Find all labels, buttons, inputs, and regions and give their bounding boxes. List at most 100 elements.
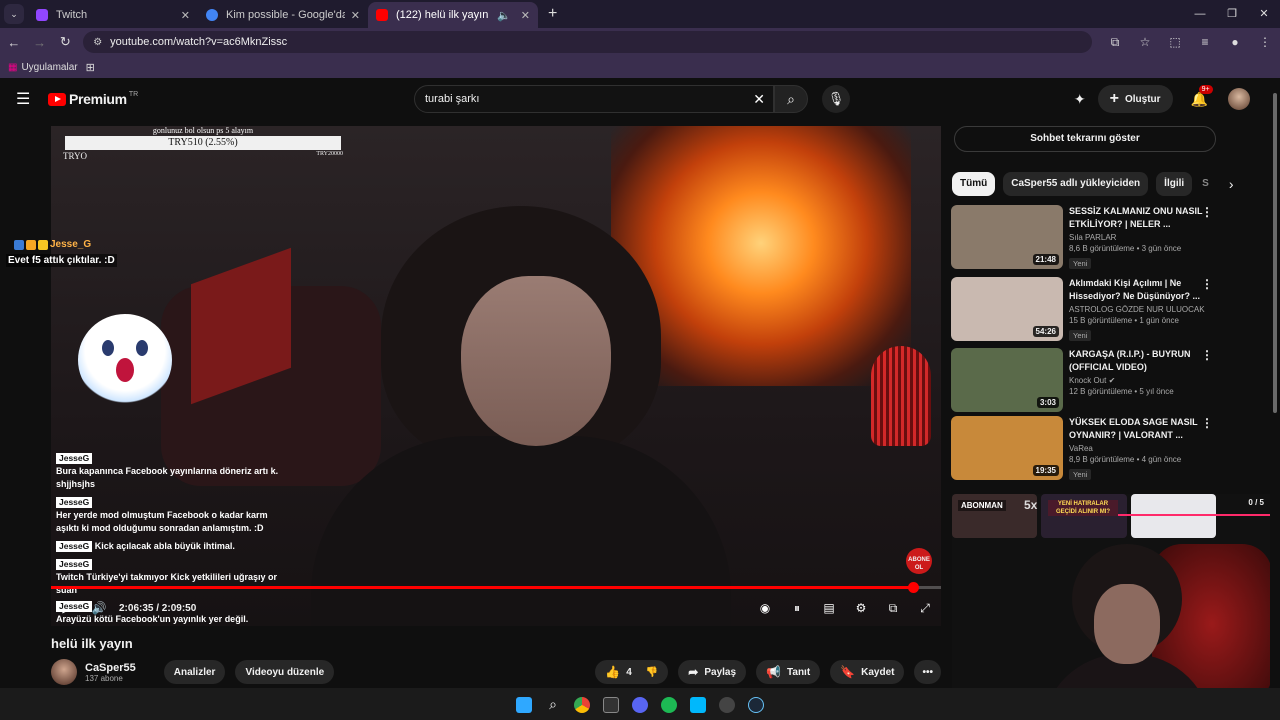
more-actions-button[interactable]: •••: [914, 660, 941, 684]
search-icon[interactable]: ⌕: [539, 696, 568, 713]
logitech-icon[interactable]: [684, 695, 713, 713]
rec-title[interactable]: Aklımdaki Kişi Açılımı | Ne Hissediyor? …: [1069, 277, 1209, 303]
progress-bar[interactable]: [51, 582, 941, 593]
video-thumbnail[interactable]: 3:03: [951, 348, 1063, 412]
bookmark-apps[interactable]: Uygulamalar: [21, 62, 77, 73]
restore-icon[interactable]: ❐: [1216, 0, 1248, 28]
close-icon[interactable]: ✕: [181, 9, 190, 22]
close-icon[interactable]: ✕: [351, 9, 360, 22]
eye-icon[interactable]: ◉: [749, 601, 781, 616]
more-vert-icon[interactable]: ⋮: [1201, 277, 1213, 291]
epic-games-icon[interactable]: [597, 695, 626, 713]
thumbs-down-icon[interactable]: 👎: [646, 667, 658, 678]
reading-list-icon[interactable]: ≡: [1190, 35, 1220, 50]
promote-button[interactable]: 📢 Tanıt: [756, 660, 821, 684]
chip-related[interactable]: İlgili: [1156, 172, 1193, 196]
reload-icon[interactable]: ↻: [53, 34, 77, 50]
steam-icon[interactable]: [742, 695, 771, 713]
subtitles-icon[interactable]: ▤: [813, 601, 845, 616]
url-field[interactable]: ⚙ youtube.com/watch?v=ac6MknZissc: [83, 31, 1092, 53]
forward-icon[interactable]: →: [28, 35, 52, 50]
minimize-icon[interactable]: —: [1184, 0, 1216, 28]
miniplayer-icon[interactable]: ⧉: [877, 601, 909, 616]
grid-icon[interactable]: ⊞: [86, 61, 95, 74]
pause-toggle-icon[interactable]: ⏸: [781, 601, 813, 616]
youtube-logo[interactable]: Premium TR: [48, 91, 138, 107]
windows-start-icon[interactable]: [510, 695, 539, 713]
menu-icon[interactable]: ☰: [16, 89, 34, 109]
channel-avatar[interactable]: [51, 659, 77, 685]
progress-scrubber[interactable]: [907, 582, 919, 593]
chevron-right-icon[interactable]: ›: [1229, 176, 1234, 192]
rec-title[interactable]: KARGAŞA (R.I.P.) - BUYRUN (OFFICIAL VIDE…: [1069, 348, 1209, 374]
show-chat-replay-button[interactable]: Sohbet tekrarını göster: [954, 126, 1216, 152]
chat-message: JesseG Twitch Türkiye'yi takmıyor Kick ye…: [56, 558, 286, 597]
notifications-button[interactable]: 🔔 9+: [1191, 84, 1213, 108]
channel-name[interactable]: CaSper55: [85, 662, 136, 674]
tab-search-icon[interactable]: ⌄: [4, 4, 24, 24]
video-thumbnail[interactable]: 19:35: [951, 416, 1063, 480]
chip-uploader[interactable]: CaSper55 adlı yükleyiciden: [1003, 172, 1149, 196]
search-input[interactable]: turabi şarkı ✕: [414, 85, 774, 113]
settings-icon[interactable]: ⚙: [845, 601, 877, 616]
speaker-icon[interactable]: 🔈: [497, 9, 511, 22]
chat-message: JesseG Arayüzü kötü Facebook'un yayınlık …: [56, 600, 286, 626]
sub-multiplier: 5x: [1024, 498, 1038, 512]
tab-twitch[interactable]: Twitch ✕: [28, 2, 198, 28]
tab-youtube[interactable]: (122) helü ilk yayın - YouTube 🔈 ✕: [368, 2, 538, 28]
avatar[interactable]: [1228, 88, 1250, 110]
scrollbar-thumb[interactable]: [1273, 93, 1277, 413]
rec-channel[interactable]: ASTROLOG GÖZDE NUR ULUOCAK: [1069, 305, 1209, 314]
create-button[interactable]: + Oluştur: [1097, 85, 1173, 113]
rec-channel[interactable]: Sıla PARLAR: [1069, 233, 1209, 242]
extensions-icon[interactable]: ⬚: [1160, 35, 1190, 50]
menu-icon[interactable]: ⋮: [1250, 35, 1280, 50]
bookmark-star-icon[interactable]: ☆: [1130, 35, 1160, 50]
app-icon[interactable]: [713, 695, 742, 713]
share-button[interactable]: ➦ Paylaş: [678, 660, 747, 684]
search-button[interactable]: ⌕: [774, 85, 808, 113]
more-vert-icon[interactable]: ⋮: [1201, 416, 1213, 430]
close-window-icon[interactable]: ✕: [1248, 0, 1280, 28]
rec-views: 8,6 B görüntüleme • 3 gün önce: [1069, 244, 1182, 253]
rec-channel[interactable]: VaRea: [1069, 444, 1209, 453]
close-icon[interactable]: ✕: [521, 9, 530, 22]
sparkle-icon[interactable]: ✦: [1074, 91, 1086, 108]
back-icon[interactable]: ←: [2, 35, 26, 50]
video-thumbnail[interactable]: 54:26: [951, 277, 1063, 341]
progress-fill: [51, 586, 913, 589]
like-button[interactable]: 👍 4 👎: [595, 660, 669, 684]
site-info-icon[interactable]: ⚙: [93, 37, 102, 48]
duration: 54:26: [1032, 326, 1059, 337]
fullscreen-icon[interactable]: ⤢: [909, 601, 941, 616]
chip-all[interactable]: Tümü: [952, 172, 996, 196]
spotify-icon[interactable]: [655, 695, 684, 713]
more-vert-icon[interactable]: ⋮: [1201, 205, 1213, 219]
install-icon[interactable]: ⧉: [1100, 35, 1130, 50]
discord-icon[interactable]: [626, 695, 655, 713]
chip-truncated[interactable]: S: [1200, 172, 1211, 196]
page-scrollbar[interactable]: [1270, 81, 1280, 688]
new-badge: Yeni: [1069, 469, 1092, 480]
edit-video-button[interactable]: Videoyu düzenle: [235, 660, 335, 684]
voice-search-button[interactable]: 🎙: [822, 85, 850, 113]
rec-title[interactable]: YÜKSEK ELODA SAGE NASIL OYNANIR? | VALOR…: [1069, 416, 1209, 442]
recommendation[interactable]: 19:35 YÜKSEK ELODA SAGE NASIL OYNANIR? |…: [951, 416, 1215, 480]
analytics-button[interactable]: Analizler: [163, 660, 226, 684]
chat-username: JesseG: [56, 497, 93, 508]
video-thumbnail[interactable]: 21:48: [951, 205, 1063, 269]
new-tab-icon[interactable]: +: [548, 5, 557, 23]
recommendation[interactable]: 21:48 SESSİZ KALMANIZ ONU NASIL ETKİLİYO…: [951, 205, 1215, 269]
tab-title: Kim possible - Google'da Ara: [226, 9, 345, 21]
subscribe-watermark[interactable]: ABONE OL: [906, 548, 932, 574]
recommendation[interactable]: 54:26 Aklımdaki Kişi Açılımı | Ne Hissed…: [951, 277, 1215, 341]
chrome-icon[interactable]: [568, 695, 597, 713]
more-vert-icon[interactable]: ⋮: [1201, 348, 1213, 362]
rec-title[interactable]: SESSİZ KALMANIZ ONU NASIL ETKİLİYOR? | N…: [1069, 205, 1209, 231]
profile-icon[interactable]: ●: [1220, 35, 1250, 50]
tab-google[interactable]: Kim possible - Google'da Ara ✕: [198, 2, 368, 28]
rec-channel[interactable]: Knock Out ✔: [1069, 376, 1209, 385]
recommendation[interactable]: 3:03 KARGAŞA (R.I.P.) - BUYRUN (OFFICIAL…: [951, 348, 1215, 412]
save-button[interactable]: 🔖 Kaydet: [830, 660, 905, 684]
clear-search-icon[interactable]: ✕: [753, 91, 765, 108]
